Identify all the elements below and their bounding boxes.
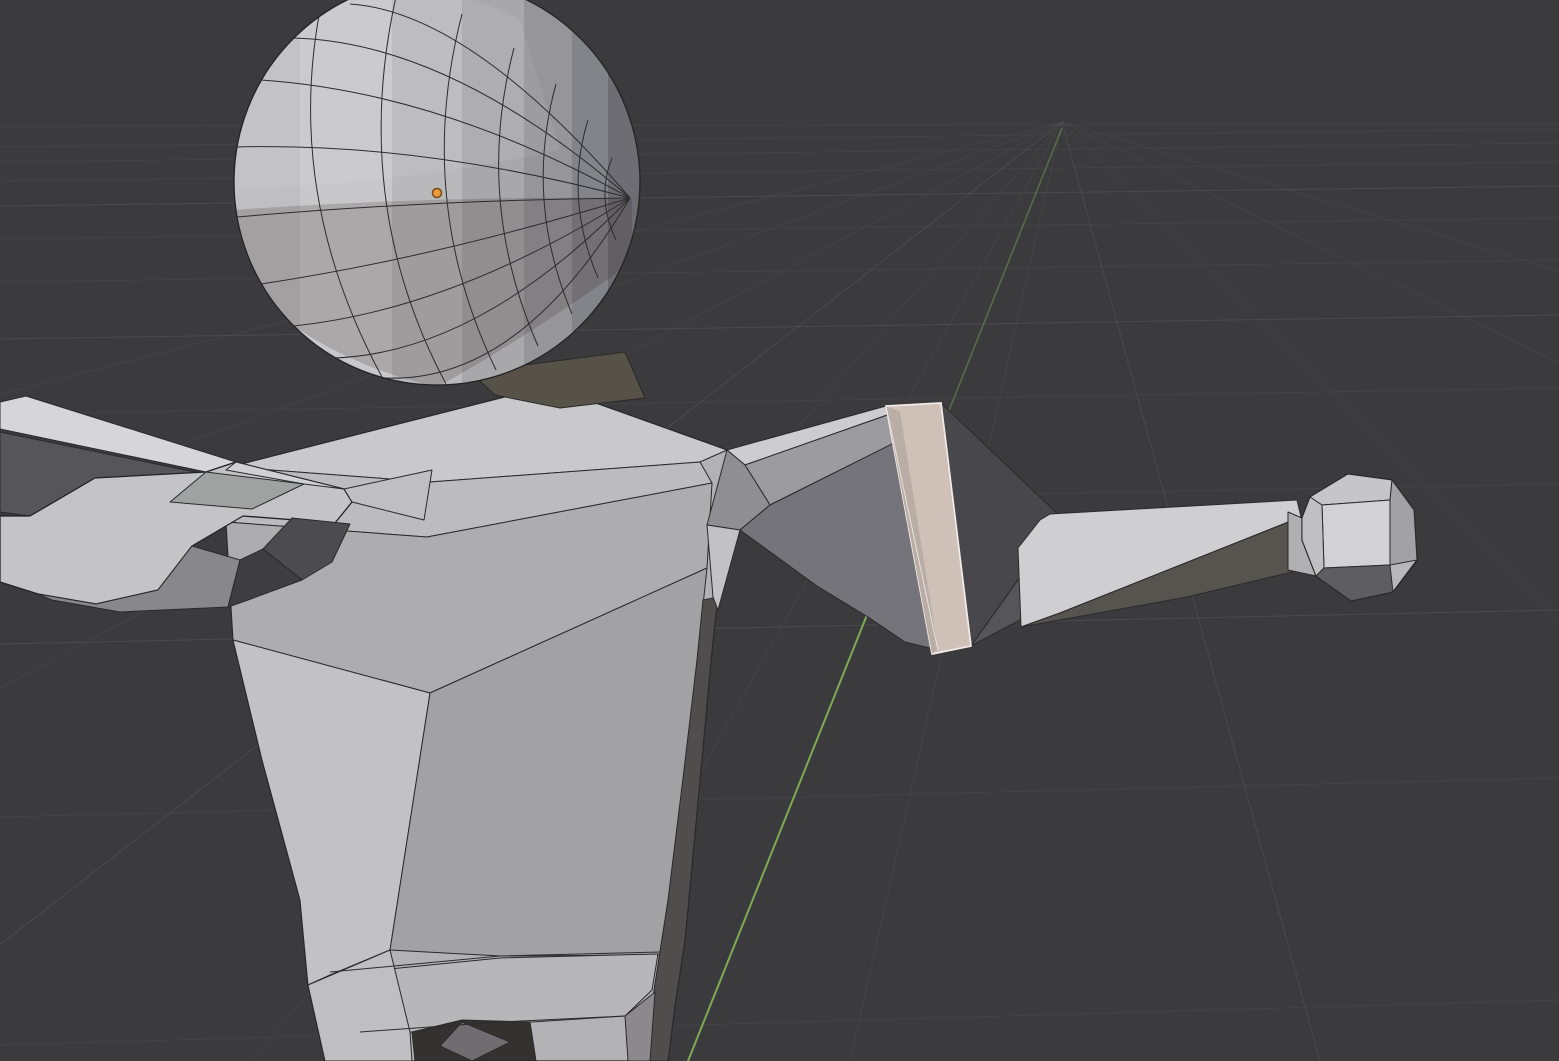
active-vertex[interactable] — [433, 189, 442, 198]
viewport-canvas[interactable] — [0, 0, 1559, 1061]
mesh-face[interactable] — [1322, 500, 1390, 568]
3d-viewport[interactable] — [0, 0, 1559, 1061]
